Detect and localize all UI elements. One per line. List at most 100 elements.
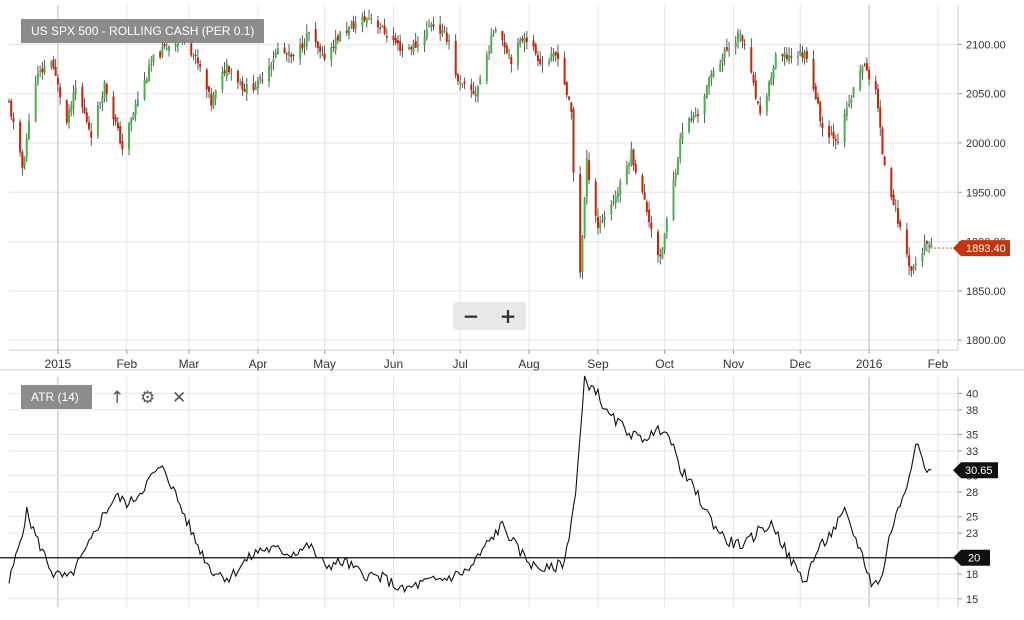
candle-body [10,100,13,117]
candle-body [859,70,862,90]
candle-body [490,35,493,54]
candle-body [801,52,804,58]
candle-body [523,38,526,43]
candle-body [912,266,915,270]
candle-body [72,92,75,109]
price-x-tick-label: 2016 [856,357,883,371]
candle-body [688,118,691,132]
candle-body [630,149,633,165]
candle-body [796,56,799,58]
candle-body [194,54,197,56]
price-x-tick-label: Feb [116,357,137,371]
candle-body [752,74,755,83]
candle-body [430,24,433,28]
candle-body [274,51,277,58]
candle-body [254,87,257,91]
candle-body [301,43,304,49]
candle-body [132,112,135,120]
candle-body [881,128,884,155]
candle-body [516,42,519,66]
candle-body [785,54,788,60]
candle-body [361,16,364,27]
candle-body [65,100,68,123]
candle-body [894,207,897,209]
candle-body [252,83,255,91]
candle-body [25,138,28,157]
candle-body [905,229,908,255]
price-x-tick-label: Jul [452,357,467,371]
candle-body [205,69,208,90]
candle-body [625,165,628,185]
candle-body [601,220,604,222]
candle-body [665,218,668,232]
candle-body [136,99,139,106]
zoom-out-button[interactable]: − [453,302,489,330]
candle-body [99,102,102,104]
candle-body [394,37,397,43]
candle-body [548,61,551,64]
candle-body [656,231,659,256]
candle-body [365,18,368,24]
candle-body [163,43,166,47]
candle-body [850,99,853,104]
candle-body [532,40,535,47]
candle-body [643,192,646,200]
candle-body [85,112,88,122]
candle-body [105,84,108,94]
candle-body [821,122,824,129]
candle-body [494,29,497,33]
candle-body [541,64,544,66]
candle-body [568,96,571,100]
atr-y-tick-label: 28 [966,487,978,499]
gear-icon[interactable]: ⚙ [140,388,155,408]
candle-body [914,263,917,266]
candle-body [416,44,419,47]
price-x-tick-label: May [313,357,336,371]
candle-body [485,55,488,81]
arrow-up-icon[interactable]: ↑ [110,388,124,408]
candle-body [305,32,308,47]
price-x-tick-label: Apr [249,357,268,371]
candle-body [243,89,246,92]
candle-body [805,51,808,59]
candle-body [510,57,513,65]
candle-body [161,46,164,56]
candle-body [712,70,715,77]
candle-body [381,25,384,27]
candle-body [521,38,524,41]
candle-body [59,87,62,98]
candle-body [768,82,771,96]
candle-body [276,48,279,55]
candle-body [865,63,868,71]
candle-body [876,88,879,109]
candle-body [736,32,739,42]
candle-body [23,156,26,167]
candle-body [408,47,411,50]
candle-body [754,80,757,99]
candle-body [505,45,508,54]
candle-body [672,179,675,221]
candle-body [28,120,31,140]
candle-body [799,51,802,56]
candle-body [581,236,584,273]
candle-body [890,168,893,198]
candle-body [299,44,302,59]
candle-body [674,173,677,180]
candle-body [874,81,877,90]
candle-body [614,195,617,204]
candle-body [445,32,448,42]
candle-body [68,110,71,123]
candle-body [145,79,148,83]
candle-body [565,82,568,96]
candle-body [392,35,395,41]
zoom-in-button[interactable]: + [490,302,526,330]
atr-y-tick-label: 40 [966,388,978,400]
close-icon[interactable]: ✕ [172,388,186,408]
candle-body [401,48,404,51]
candle-body [168,46,171,51]
candle-body [690,119,693,121]
candle-body [461,83,464,85]
candle-body [74,87,77,96]
candle-body [539,58,542,65]
candle-body [663,233,666,250]
